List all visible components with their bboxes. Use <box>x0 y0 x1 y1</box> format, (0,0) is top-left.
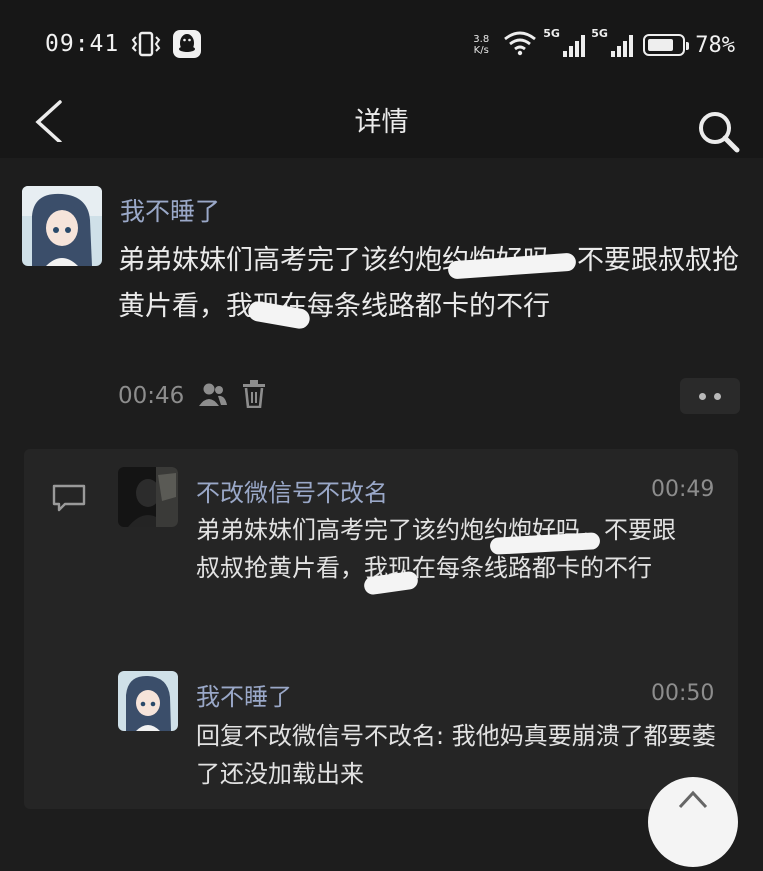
comment-author-name[interactable]: 不改微信号不改名 <box>196 473 388 508</box>
post-time: 00:46 <box>118 383 185 409</box>
comment-text: 回复不改微信号不改名: 我他妈真要崩溃了都要萎了还没加载出来 <box>196 722 716 788</box>
post-meta: 00:46 <box>118 380 266 412</box>
signal-icon: 5G <box>543 27 586 57</box>
comment-avatar[interactable] <box>118 671 178 731</box>
comment-time: 00:50 <box>651 681 715 706</box>
network-speed-unit: K/s <box>473 45 489 56</box>
post-text: 弟弟妹妹们高考完了该约炮约炮好吗，不要跟叔叔抢黄片看，我现在每条线路都卡的不行 <box>118 245 739 322</box>
signal-2-label: 5G <box>591 27 608 40</box>
battery-fill <box>648 39 674 51</box>
vibrate-icon <box>131 31 161 57</box>
comments-panel: 不改微信号不改名 00:49 弟弟妹妹们高考完了该约炮约炮好吗，不要跟叔叔抢黄片… <box>24 449 738 809</box>
delete-icon[interactable] <box>242 380 266 412</box>
status-bar: 09:41 3.8 K/s 5G 5G 78% <box>0 0 763 82</box>
network-speed-value: 3.8 <box>473 34 490 45</box>
network-speed: 3.8 K/s <box>469 34 493 56</box>
visibility-friends-icon[interactable] <box>198 381 228 411</box>
comment-text: 弟弟妹妹们高考完了该约炮约炮好吗，不要跟叔叔抢黄片看，我现在每条线路都卡的不行 <box>196 516 676 582</box>
battery-percent: 78% <box>695 32 735 58</box>
comment-time: 00:49 <box>651 477 715 502</box>
status-time: 09:41 <box>45 31 120 57</box>
page-title: 详情 <box>354 107 409 138</box>
status-right: 3.8 K/s 5G 5G 78% <box>469 27 735 60</box>
search-icon[interactable] <box>695 108 741 154</box>
post-author-name[interactable]: 我不睡了 <box>120 192 220 228</box>
signal-icon: 5G <box>591 27 634 57</box>
post-author-avatar[interactable] <box>22 186 102 266</box>
scroll-top-button[interactable] <box>648 777 738 867</box>
more-dots-icon[interactable] <box>680 378 740 414</box>
wifi-icon <box>503 30 537 60</box>
signal-1-label: 5G <box>543 27 560 40</box>
comment-author-name[interactable]: 我不睡了 <box>196 677 292 712</box>
status-left: 09:41 <box>45 30 202 58</box>
battery-icon <box>643 34 690 56</box>
top-nav-bar: 详情 <box>0 82 763 158</box>
qq-icon <box>173 30 202 58</box>
comment-avatar[interactable] <box>118 467 178 527</box>
comment-icon <box>51 483 87 513</box>
